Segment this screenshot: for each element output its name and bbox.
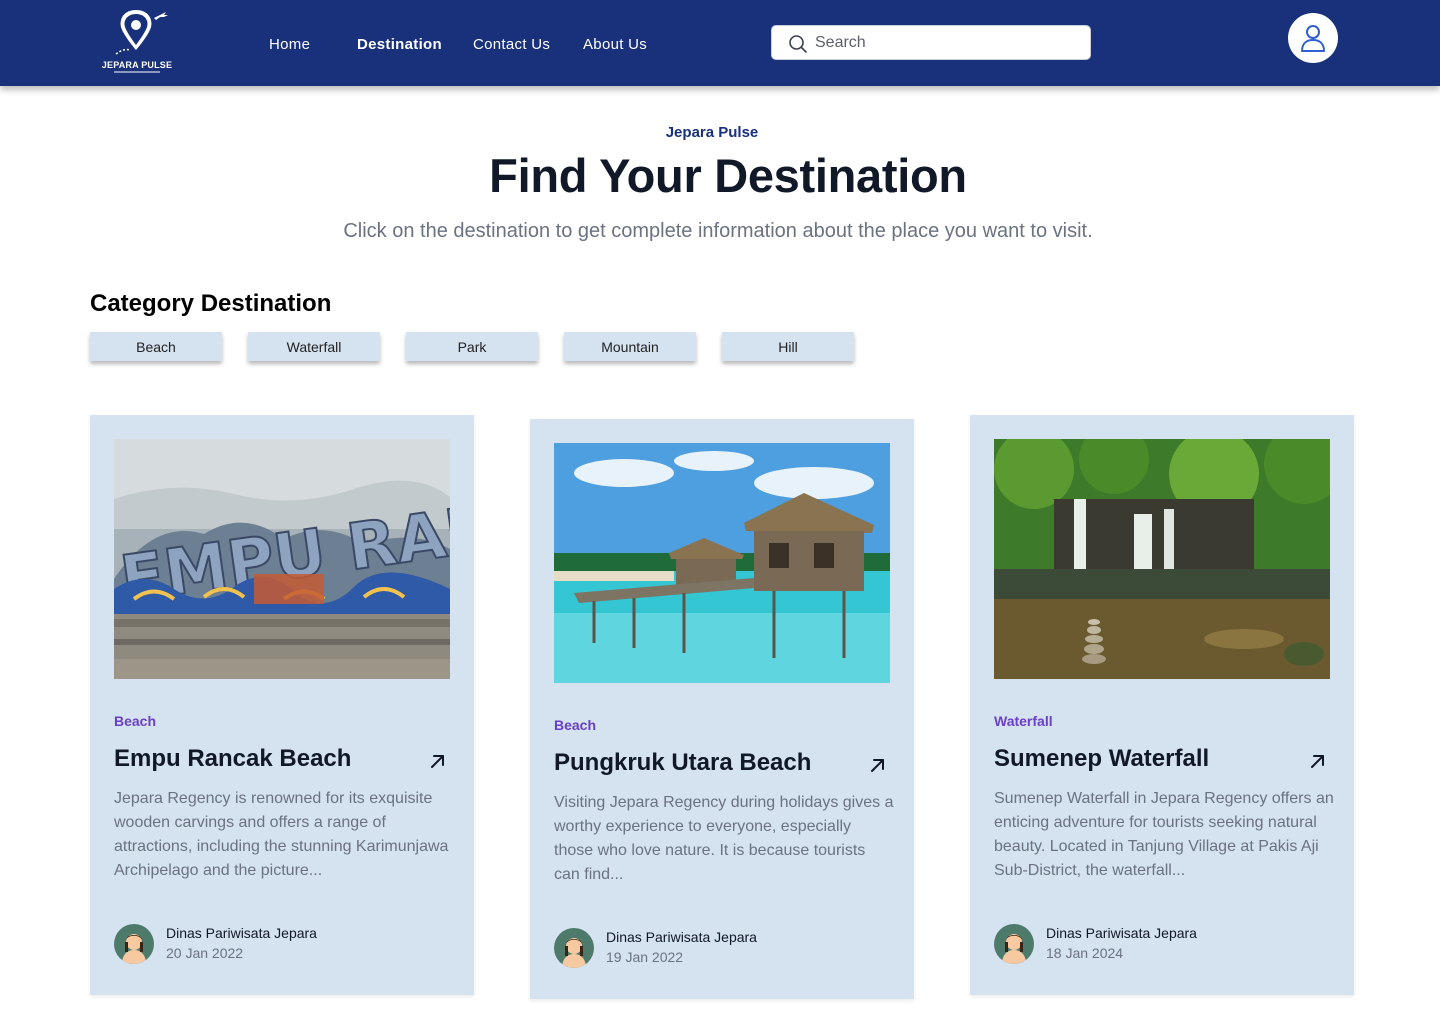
card-description: Jepara Regency is renowned for its exqui… <box>114 790 449 879</box>
logo[interactable]: JEPARA PULSE <box>100 8 174 76</box>
card-description: Sumenep Waterfall in Jepara Regency offe… <box>994 790 1334 879</box>
card-author: Dinas Pariwisata Jepara <box>166 925 317 941</box>
arrow-up-right-icon[interactable] <box>1306 749 1330 773</box>
destination-card-sumenep-waterfall[interactable]: Waterfall Sumenep Waterfall Sumenep Wate… <box>970 415 1354 995</box>
user-icon <box>1301 25 1325 52</box>
card-title: Empu Rancak Beach <box>114 745 352 772</box>
hero-subtitle: Click on the destination to get complete… <box>343 220 1093 242</box>
top-navbar: JEPARA PULSE Home Destination Contact Us… <box>0 0 1440 86</box>
search-icon <box>789 35 807 53</box>
card-date: 18 Jan 2024 <box>1046 945 1124 961</box>
logo-tagline-line <box>114 71 160 73</box>
author-avatar <box>114 924 154 964</box>
water-bungalow-photo <box>554 443 890 683</box>
logo-text: JEPARA PULSE <box>101 60 173 70</box>
waterfall-photo <box>994 439 1330 679</box>
author-avatar <box>994 924 1034 964</box>
arrow-up-right-icon[interactable] <box>426 749 450 773</box>
beach-sign-photo: EMPU RANCAK <box>114 439 450 679</box>
destination-card-empu-rancak[interactable]: EMPU RANCAK Beach Empu Rancak Beach Jepa… <box>90 415 474 995</box>
category-beach-button[interactable]: Beach <box>90 332 222 361</box>
destination-card-pungkruk-utara[interactable]: Beach Pungkruk Utara Beach Visiting Jepa… <box>530 419 914 999</box>
category-title: Category Destination <box>90 290 332 317</box>
card-date: 20 Jan 2022 <box>166 945 244 961</box>
search-input[interactable] <box>815 26 1080 59</box>
map-pin-logo-icon <box>115 10 168 55</box>
card-author: Dinas Pariwisata Jepara <box>1046 925 1197 941</box>
card-description: Visiting Jepara Regency during holidays … <box>554 794 894 883</box>
card-author: Dinas Pariwisata Jepara <box>606 929 757 945</box>
category-mountain-button[interactable]: Mountain <box>564 332 696 361</box>
category-hill-button[interactable]: Hill <box>722 332 854 361</box>
card-category-label: Beach <box>554 717 597 733</box>
nav-destination[interactable]: Destination <box>357 36 442 53</box>
card-title: Pungkruk Utara Beach <box>554 749 812 776</box>
category-waterfall-button[interactable]: Waterfall <box>248 332 380 361</box>
nav-contact-us[interactable]: Contact Us <box>473 36 550 53</box>
hero-eyebrow: Jepara Pulse <box>665 124 759 141</box>
search-box <box>771 25 1091 60</box>
nav-home[interactable]: Home <box>269 36 310 53</box>
category-park-button[interactable]: Park <box>406 332 538 361</box>
arrow-up-right-icon[interactable] <box>866 753 890 777</box>
author-avatar <box>554 928 594 968</box>
nav-about-us[interactable]: About Us <box>583 36 647 53</box>
card-category-label: Waterfall <box>994 713 1053 729</box>
user-profile-button[interactable] <box>1288 13 1338 63</box>
page-title: Find Your Destination <box>489 149 967 202</box>
card-title: Sumenep Waterfall <box>994 745 1210 772</box>
card-date: 19 Jan 2022 <box>606 949 684 965</box>
card-category-label: Beach <box>114 713 157 729</box>
